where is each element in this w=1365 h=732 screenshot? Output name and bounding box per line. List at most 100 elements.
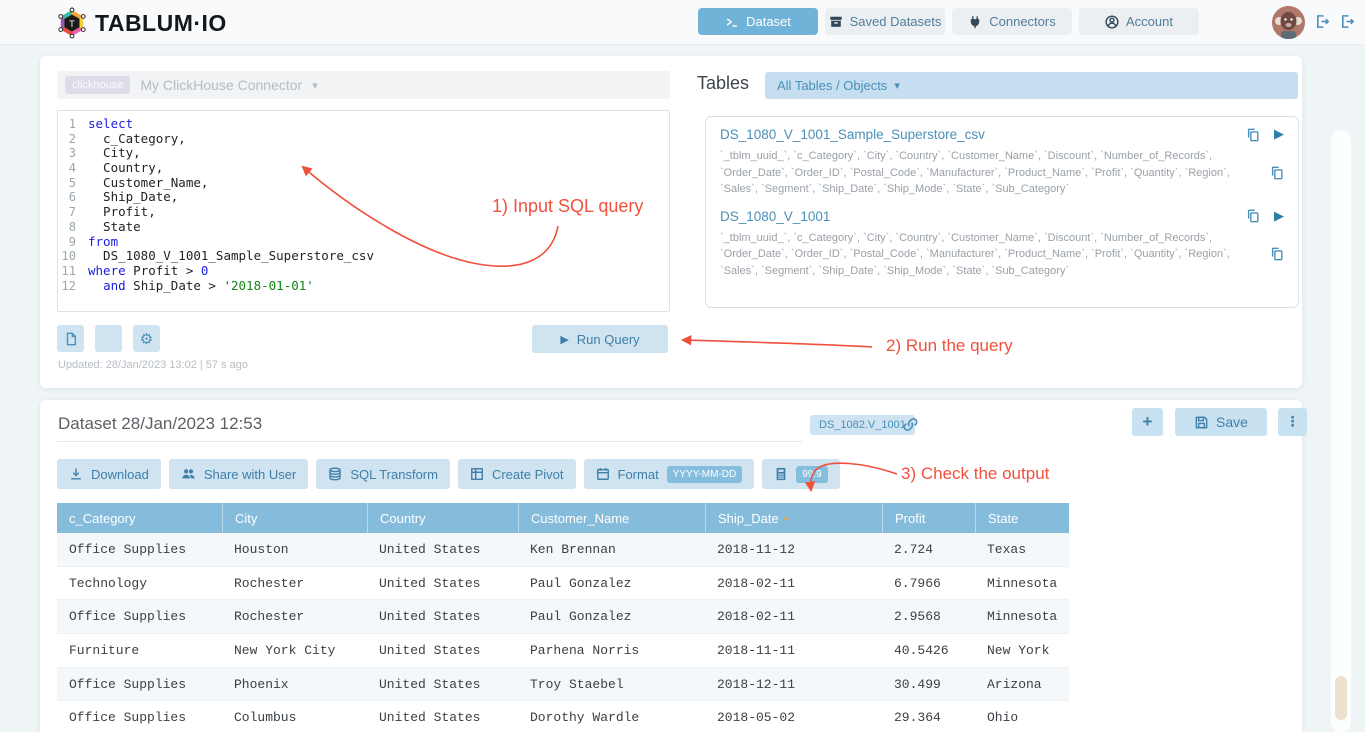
editor-action-icons: ⚙ — [57, 325, 160, 352]
sql-line[interactable]: 12 and Ship_Date > '2018-01-01' — [58, 279, 669, 294]
run-query-button[interactable]: ▶ Run Query — [532, 325, 668, 353]
column-header-ship_date[interactable]: Ship_Date• — [705, 503, 882, 533]
format-badge: 99.9 — [796, 466, 827, 483]
create-pivot-button[interactable]: Create Pivot — [458, 459, 576, 489]
copy-icon[interactable] — [1246, 128, 1260, 142]
table-cell: Texas — [975, 533, 1069, 566]
table-cell: Parhena Norris — [518, 634, 705, 667]
calculator-icon — [774, 467, 788, 481]
table-entry: DS_1080_V_1001_Sample_Superstore_csv▶`_t… — [720, 127, 1284, 198]
line-number: 12 — [58, 279, 88, 294]
table-row[interactable]: FurnitureNew York CityUnited StatesParhe… — [57, 634, 1069, 668]
table-name-link[interactable]: DS_1080_V_1001_Sample_Superstore_csv — [720, 127, 1232, 142]
users-icon — [181, 467, 196, 481]
link-icon[interactable] — [902, 416, 919, 433]
table-row[interactable]: TechnologyRochesterUnited StatesPaul Gon… — [57, 567, 1069, 601]
sql-line[interactable]: 11where Profit > 0 — [58, 264, 669, 279]
sql-line[interactable]: 1select — [58, 117, 669, 132]
app-logo[interactable]: T TABLUM·IO — [57, 7, 227, 39]
sql-line[interactable]: 3 City, — [58, 146, 669, 161]
annotation-run-query: 2) Run the query — [886, 336, 1013, 356]
nav-connectors[interactable]: Connectors — [952, 8, 1072, 35]
table-cell: 2018-02-11 — [705, 600, 882, 633]
dataset-toolbar: Download Share with User SQL Transform Crea… — [57, 459, 840, 489]
calculator-button[interactable]: 99.9 — [762, 459, 839, 489]
result-table: c_CategoryCityCountryCustomer_NameShip_D… — [57, 503, 1069, 732]
sql-line[interactable]: 9from — [58, 235, 669, 250]
sql-line[interactable]: 4 Country, — [58, 161, 669, 176]
table-cell: 2018-05-02 — [705, 701, 882, 732]
tables-filter-dropdown[interactable]: All Tables / Objects ▾ — [765, 72, 1298, 99]
dataset-panel-card: Dataset 28/Jan/2023 12:53 DS_1082.V_1001… — [40, 400, 1302, 732]
table-cell: Office Supplies — [57, 668, 222, 701]
table-row[interactable]: Office SuppliesRochesterUnited StatesPau… — [57, 600, 1069, 634]
exit-session-icon[interactable] — [1340, 14, 1355, 29]
table-cell: United States — [367, 668, 518, 701]
column-header-c_category[interactable]: c_Category — [57, 503, 222, 533]
connector-name: My ClickHouse Connector — [140, 77, 302, 93]
dataset-title: Dataset 28/Jan/2023 12:53 — [58, 414, 262, 434]
sql-line[interactable]: 2 c_Category, — [58, 132, 669, 147]
database-icon — [328, 467, 342, 481]
table-cell: Paul Gonzalez — [518, 600, 705, 633]
table-row[interactable]: Office SuppliesColumbusUnited StatesDoro… — [57, 701, 1069, 732]
page-scrollbar-track[interactable] — [1331, 130, 1351, 732]
gear-button[interactable]: ⚙ — [133, 325, 160, 352]
page-scrollbar-thumb[interactable] — [1335, 676, 1347, 720]
copy-icon[interactable] — [1246, 209, 1260, 223]
nav-account[interactable]: Account — [1079, 8, 1199, 35]
table-name-link[interactable]: DS_1080_V_1001 — [720, 209, 1232, 224]
pivot-table-icon — [470, 467, 484, 481]
table-cell: 30.499 — [882, 668, 975, 701]
nav-saved-datasets[interactable]: Saved Datasets — [825, 8, 945, 35]
line-number: 8 — [58, 220, 88, 235]
table-cell: 2018-11-12 — [705, 533, 882, 566]
query-table-play-icon[interactable]: ▶ — [1274, 127, 1284, 142]
svg-text:T: T — [68, 19, 75, 29]
chevron-down-icon: ▾ — [894, 79, 900, 92]
column-header-customer_name[interactable]: Customer_Name — [518, 503, 705, 533]
kebab-menu-button[interactable]: ⋮ — [1278, 408, 1307, 436]
person-icon — [1105, 15, 1119, 29]
avatar[interactable] — [1272, 6, 1305, 39]
table-cell: United States — [367, 701, 518, 732]
query-panel-card: clickhouse My ClickHouse Connector ▾ 1se… — [40, 56, 1302, 388]
table-cell: 6.7966 — [882, 567, 975, 600]
sql-line[interactable]: 5 Customer_Name, — [58, 176, 669, 191]
logo-text: TABLUM·IO — [95, 10, 227, 37]
table-cell: United States — [367, 600, 518, 633]
sql-transform-button[interactable]: SQL Transform — [316, 459, 450, 489]
nav-dataset[interactable]: Dataset — [698, 8, 818, 35]
table-row[interactable]: Office SuppliesHoustonUnited StatesKen B… — [57, 533, 1069, 567]
table-cell: Office Supplies — [57, 701, 222, 732]
floppy-save-icon — [1194, 415, 1209, 430]
column-header-state[interactable]: State — [975, 503, 1069, 533]
tables-heading: Tables — [697, 73, 749, 94]
line-number: 10 — [58, 249, 88, 264]
gear-icon: ⚙ — [140, 330, 153, 348]
main-nav: Dataset Saved Datasets Connectors Account — [698, 8, 1199, 35]
save-button[interactable]: Save — [1175, 408, 1267, 436]
column-header-profit[interactable]: Profit — [882, 503, 975, 533]
sql-line[interactable]: 10 DS_1080_V_1001_Sample_Superstore_csv — [58, 249, 669, 264]
code-button[interactable] — [95, 325, 122, 352]
table-cell: 2.9568 — [882, 600, 975, 633]
file-button[interactable] — [57, 325, 84, 352]
connector-selector[interactable]: clickhouse My ClickHouse Connector ▾ — [57, 71, 670, 99]
table-cell: 2018-11-11 — [705, 634, 882, 667]
column-header-city[interactable]: City — [222, 503, 367, 533]
download-button[interactable]: Download — [57, 459, 161, 489]
query-table-play-icon[interactable]: ▶ — [1274, 209, 1284, 224]
table-row[interactable]: Office SuppliesPhoenixUnited StatesTroy … — [57, 668, 1069, 702]
table-cell: 2018-02-11 — [705, 567, 882, 600]
format-button[interactable]: FormatYYYY-MM-DD — [584, 459, 755, 489]
share-with-user-button[interactable]: Share with User — [169, 459, 308, 489]
table-cell: Houston — [222, 533, 367, 566]
copy-columns-icon[interactable] — [1270, 166, 1284, 180]
sql-line[interactable]: 8 State — [58, 220, 669, 235]
logout-icon[interactable] — [1315, 14, 1330, 29]
copy-columns-icon[interactable] — [1270, 247, 1284, 261]
add-dataset-button[interactable]: + — [1132, 408, 1163, 436]
column-header-country[interactable]: Country — [367, 503, 518, 533]
table-cell: Columbus — [222, 701, 367, 732]
